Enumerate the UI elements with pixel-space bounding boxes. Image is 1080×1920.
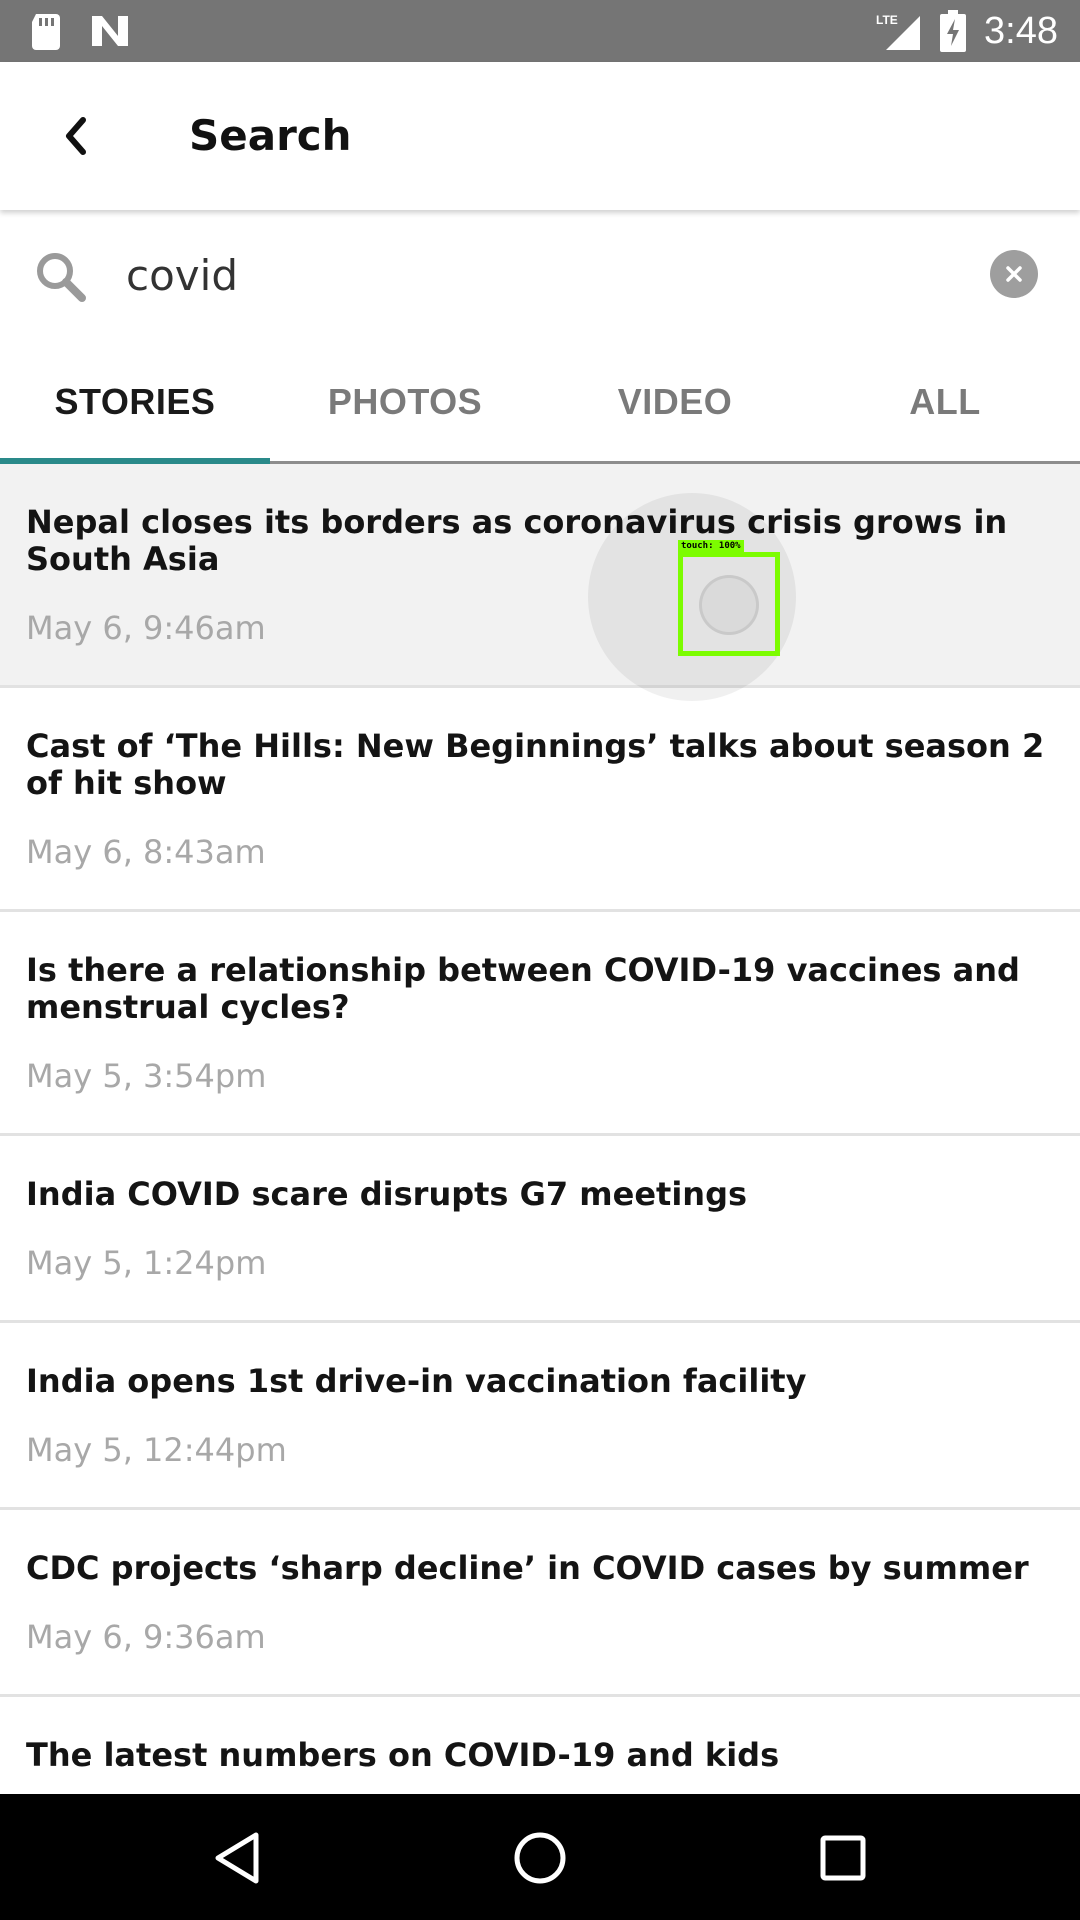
nav-home-button[interactable] <box>504 1822 576 1894</box>
status-bar: LTE 3:48 <box>0 0 1080 62</box>
story-headline: Is there a relationship between COVID-19… <box>26 951 1020 1026</box>
touch-indicator-label: touch: 100% <box>678 540 744 553</box>
tab-all[interactable]: ALL <box>810 342 1080 461</box>
page-title: Search <box>189 111 352 160</box>
search-input[interactable] <box>126 240 946 310</box>
clear-icon <box>1006 266 1022 282</box>
navigation-bar <box>0 1794 1080 1920</box>
battery-charging-icon <box>940 10 966 52</box>
story-item[interactable]: Nepal closes its borders as coronavirus … <box>0 464 1080 688</box>
story-item[interactable]: India opens 1st drive-in vaccination fac… <box>0 1323 1080 1510</box>
story-headline: India opens 1st drive-in vaccination fac… <box>26 1362 807 1400</box>
story-headline: Cast of ‘The Hills: New Beginnings’ talk… <box>26 727 1045 802</box>
home-circle-icon <box>514 1832 566 1884</box>
nav-back-button[interactable] <box>201 1822 273 1894</box>
lte-signal-icon: LTE <box>876 13 920 50</box>
story-headline: The latest numbers on COVID-19 and kids <box>26 1736 780 1774</box>
tab-bar: STORIES PHOTOS VIDEO ALL <box>0 342 1080 464</box>
chevron-left-icon <box>66 117 86 155</box>
story-date: May 5, 1:24pm <box>26 1244 267 1282</box>
tab-video[interactable]: VIDEO <box>540 342 810 461</box>
story-item[interactable]: Cast of ‘The Hills: New Beginnings’ talk… <box>0 688 1080 912</box>
clear-search-button[interactable] <box>990 250 1038 298</box>
story-headline: India COVID scare disrupts G7 meetings <box>26 1175 748 1213</box>
story-list: Nepal closes its borders as coronavirus … <box>0 464 1080 1817</box>
nav-recents-button[interactable] <box>807 1822 879 1894</box>
story-date: May 5, 3:54pm <box>26 1057 267 1095</box>
story-item[interactable]: CDC projects ‘sharp decline’ in COVID ca… <box>0 1510 1080 1697</box>
story-date: May 6, 9:36am <box>26 1618 266 1656</box>
story-headline: Nepal closes its borders as coronavirus … <box>26 503 1008 578</box>
app-bar: Search <box>0 62 1080 210</box>
search-bar <box>0 210 1080 342</box>
story-date: May 5, 12:44pm <box>26 1431 287 1469</box>
n-notification-icon <box>92 16 128 46</box>
recents-square-icon <box>820 1835 866 1881</box>
back-triangle-icon <box>215 1832 259 1884</box>
screen: LTE 3:48 Search STOR <box>0 0 1080 1920</box>
story-headline: CDC projects ‘sharp decline’ in COVID ca… <box>26 1549 1029 1587</box>
back-button[interactable] <box>44 104 104 168</box>
touch-indicator-box <box>678 552 780 656</box>
svg-text:LTE: LTE <box>876 13 898 27</box>
story-date: May 6, 9:46am <box>26 609 266 647</box>
story-item[interactable]: India COVID scare disrupts G7 meetings M… <box>0 1136 1080 1323</box>
tab-photos[interactable]: PHOTOS <box>270 342 540 461</box>
tab-stories[interactable]: STORIES <box>0 342 270 464</box>
sd-card-icon <box>32 14 60 50</box>
story-date: May 6, 8:43am <box>26 833 266 871</box>
clock: 3:48 <box>984 10 1058 52</box>
story-item[interactable]: Is there a relationship between COVID-19… <box>0 912 1080 1136</box>
search-icon <box>37 253 86 302</box>
